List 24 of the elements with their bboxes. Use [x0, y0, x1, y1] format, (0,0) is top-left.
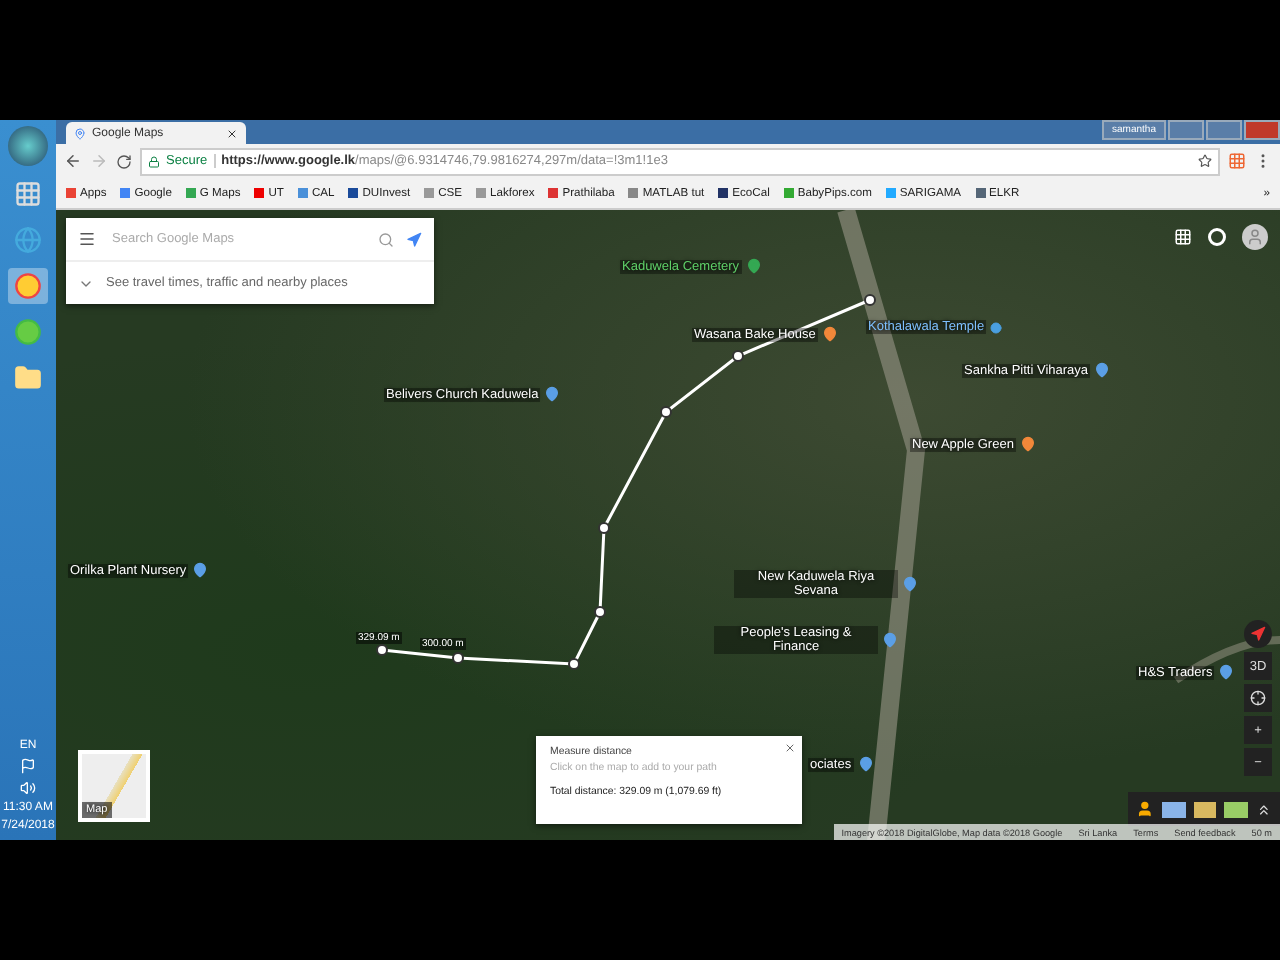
- expand-icon[interactable]: [1256, 801, 1273, 817]
- locate-button[interactable]: [1244, 684, 1272, 712]
- star-icon[interactable]: [1198, 154, 1212, 168]
- pin-icon: [74, 127, 86, 139]
- pegman-icon[interactable]: [1136, 800, 1154, 818]
- compass-icon[interactable]: [1244, 620, 1272, 648]
- extension-icon[interactable]: [1228, 152, 1246, 170]
- reload-icon[interactable]: [116, 153, 132, 169]
- volume-icon[interactable]: [19, 780, 36, 796]
- search-icon[interactable]: [378, 231, 394, 247]
- back-icon[interactable]: [64, 152, 82, 170]
- close-button[interactable]: [784, 742, 796, 754]
- imagery-thumbnail[interactable]: [1161, 801, 1186, 817]
- apps-grid-icon[interactable]: [1174, 228, 1192, 246]
- menu-icon[interactable]: [78, 230, 96, 248]
- imagery-thumbnail[interactable]: [1193, 801, 1217, 817]
- lock-icon: [148, 155, 160, 167]
- start-button[interactable]: [8, 126, 48, 166]
- flag-icon[interactable]: [19, 758, 36, 774]
- directions-icon[interactable]: [406, 231, 422, 247]
- avatar[interactable]: [1242, 224, 1268, 250]
- imagery-thumbnail[interactable]: [1224, 801, 1249, 817]
- satellite-map[interactable]: [56, 210, 1280, 840]
- close-icon[interactable]: [226, 127, 238, 139]
